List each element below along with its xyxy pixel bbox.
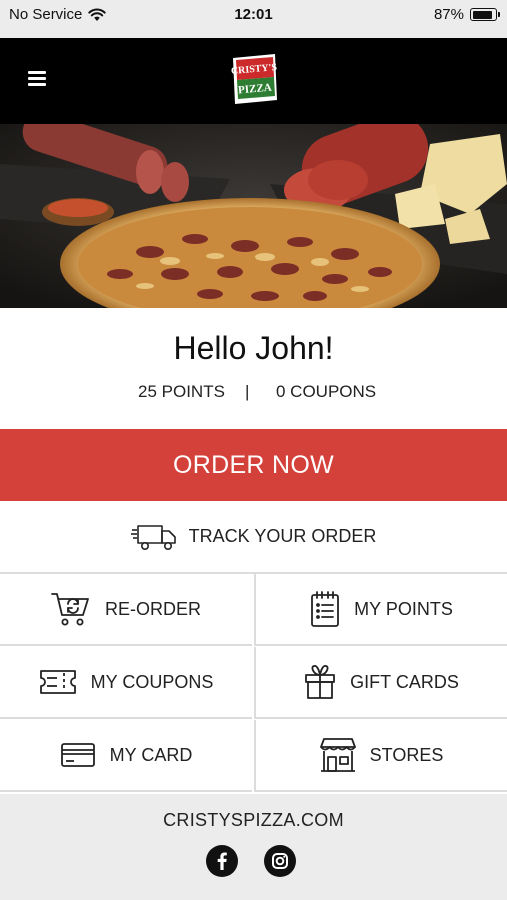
status-right: 87%	[433, 6, 500, 23]
my-points-label: MY POINTS	[354, 598, 453, 619]
stats-separator: |	[245, 382, 250, 401]
track-order-label: TRACK YOUR ORDER	[188, 526, 377, 546]
facebook-icon[interactable]	[206, 845, 238, 877]
cristys-pizza-logo: CRISTY'S PIZZA	[231, 54, 277, 104]
reorder-cart-icon	[51, 593, 89, 626]
my-card-label: MY CARD	[109, 744, 193, 765]
my-card-button[interactable]: MY CARD	[0, 720, 252, 792]
reorder-button[interactable]: RE-ORDER	[0, 574, 252, 646]
instagram-icon[interactable]	[264, 845, 296, 877]
stores-label: STORES	[369, 744, 444, 765]
storefront-icon	[319, 738, 356, 772]
pizza-hero-photo	[0, 124, 507, 308]
points-notepad-icon	[311, 591, 340, 627]
delivery-truck-icon	[130, 524, 176, 550]
greeting-heading: Hello John!	[173, 330, 334, 366]
track-order-button[interactable]: TRACK YOUR ORDER	[0, 501, 507, 574]
gift-icon	[305, 664, 336, 699]
gift-cards-button[interactable]: GIFT CARDS	[254, 647, 507, 719]
battery-icon	[470, 8, 500, 21]
my-coupons-label: MY COUPONS	[90, 671, 214, 692]
gift-cards-label: GIFT CARDS	[350, 671, 459, 692]
order-now-label: ORDER NOW	[172, 450, 335, 479]
reorder-label: RE-ORDER	[104, 598, 201, 619]
battery-percent: 87%	[433, 6, 464, 23]
my-points-button[interactable]: MY POINTS	[254, 574, 507, 646]
points-count[interactable]: 25 POINTS	[138, 382, 225, 402]
facebook-glyph	[217, 852, 227, 870]
credit-card-icon	[60, 743, 95, 767]
clock: 12:01	[234, 6, 273, 23]
quick-actions-grid: RE-ORDER MY POINTS MY COUPONS GIFT CARDS…	[0, 574, 507, 794]
battery-fill	[472, 10, 492, 19]
footer: CRISTYSPIZZA.COM	[0, 794, 507, 900]
order-now-button[interactable]: ORDER NOW	[0, 429, 507, 501]
my-coupons-button[interactable]: MY COUPONS	[0, 647, 252, 719]
status-bar: No Service 12:01 87%	[0, 0, 507, 38]
instagram-glyph	[272, 853, 288, 869]
coupon-ticket-icon	[39, 670, 76, 694]
stores-button[interactable]: STORES	[254, 720, 507, 792]
website-link[interactable]: CRISTYSPIZZA.COM	[0, 810, 507, 831]
app-header: CRISTY'S PIZZA	[0, 38, 507, 124]
hamburger-menu-icon[interactable]	[28, 71, 48, 87]
coupons-count[interactable]: 0 COUPONS	[276, 382, 376, 402]
